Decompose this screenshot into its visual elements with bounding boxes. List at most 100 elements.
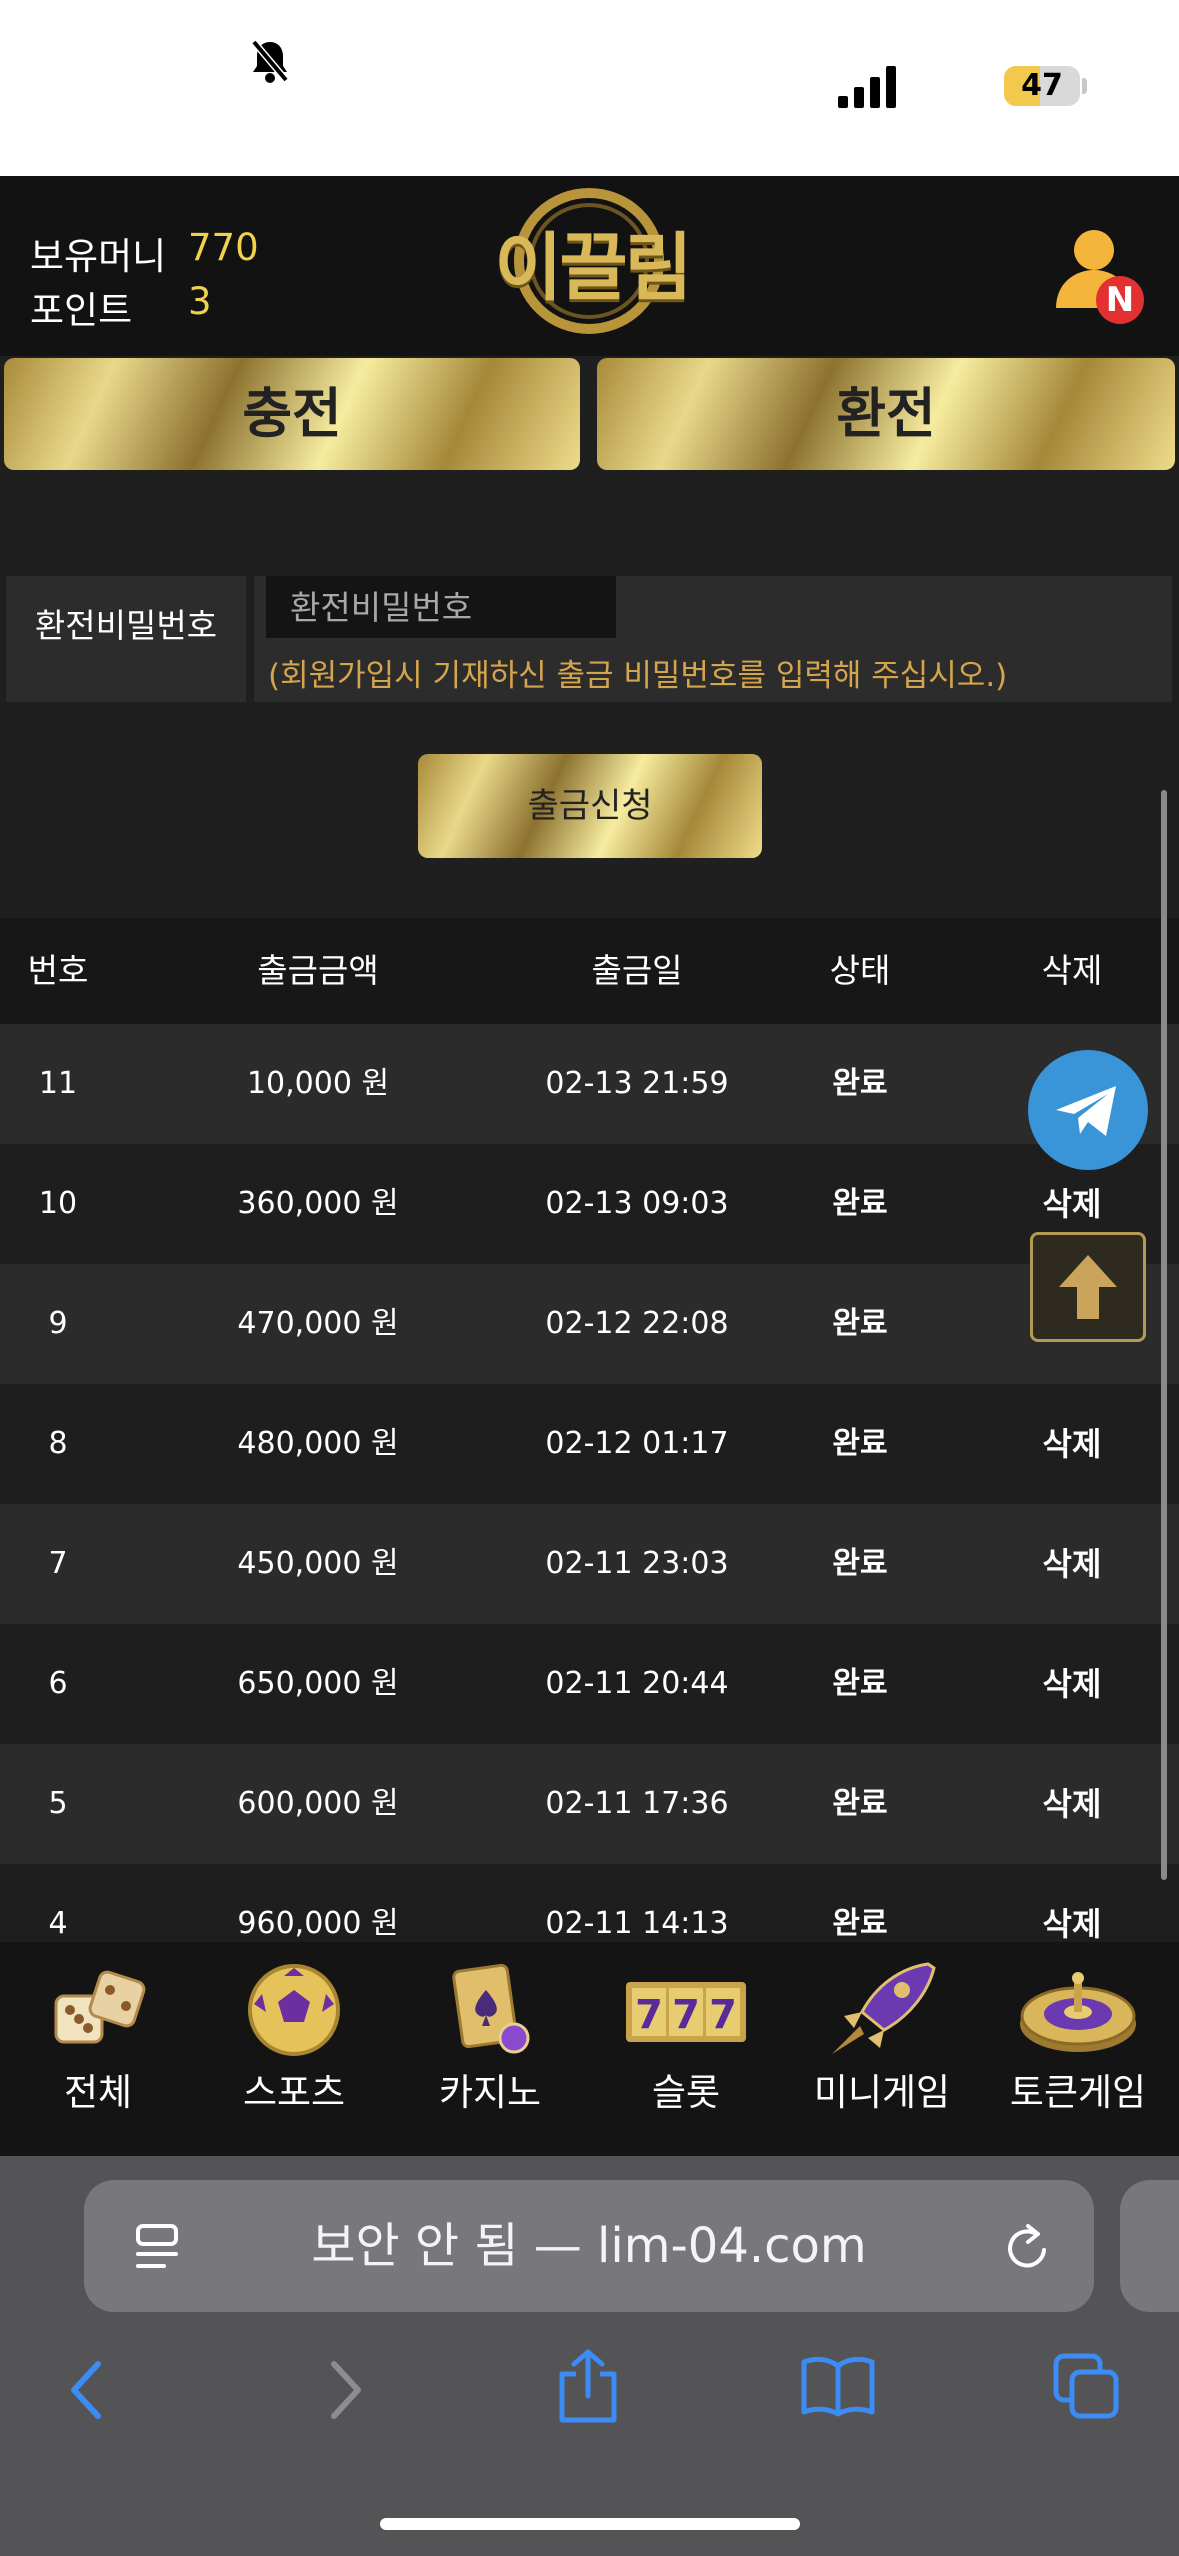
share-icon[interactable] <box>556 2348 620 2424</box>
row-date: 02-13 21:59 <box>545 1066 729 1101</box>
table-row: 6 650,000 원 02-11 20:44 완료 삭제 <box>0 1624 1179 1744</box>
row-delete-button[interactable]: 삭제 <box>1012 1624 1132 1744</box>
row-amount: 470,000 원 <box>237 1306 399 1341</box>
row-status: 완료 <box>832 1666 888 1701</box>
point-value: 3 <box>188 280 212 323</box>
row-date: 02-11 20:44 <box>545 1666 729 1701</box>
row-status: 완료 <box>832 1306 888 1341</box>
status-time: 1:28 <box>134 30 268 90</box>
silent-bell-icon <box>251 39 289 83</box>
row-amount: 960,000 원 <box>237 1906 399 1941</box>
nav-item-all[interactable]: 전체 <box>0 1942 196 2156</box>
column-header-status: 상태 <box>829 951 891 990</box>
row-amount: 10,000 원 <box>246 1066 390 1101</box>
nav-label: 전체 <box>63 2071 133 2114</box>
slot-777-icon: 7 7 7 <box>626 1982 746 2042</box>
dice-icon <box>54 1970 146 2044</box>
svg-text:7: 7 <box>635 1992 663 2038</box>
table-row: 5 600,000 원 02-11 17:36 완료 삭제 <box>0 1744 1179 1864</box>
forward-icon[interactable] <box>322 2358 366 2422</box>
nav-item-sports[interactable]: 스포츠 <box>196 1942 392 2156</box>
telegram-icon <box>1056 1086 1116 1136</box>
telegram-button[interactable] <box>1028 1050 1148 1170</box>
row-number: 7 <box>48 1546 68 1581</box>
roulette-icon <box>1020 1972 1136 2052</box>
row-status: 완료 <box>832 1066 888 1101</box>
row-delete-button[interactable]: 삭제 <box>1012 1744 1132 1864</box>
network-type: LTE <box>918 64 992 110</box>
reload-icon[interactable] <box>1002 2220 1054 2274</box>
row-date: 02-13 09:03 <box>545 1186 729 1221</box>
row-number: 5 <box>48 1786 68 1821</box>
row-number: 10 <box>38 1186 78 1221</box>
row-status: 완료 <box>832 1906 888 1941</box>
next-tab-preview[interactable] <box>1120 2180 1179 2312</box>
row-status: 완료 <box>832 1426 888 1461</box>
column-header-number: 번호 <box>27 951 89 990</box>
row-amount: 360,000 원 <box>237 1186 399 1221</box>
nav-label: 스포츠 <box>242 2071 346 2114</box>
exchange-password-input[interactable] <box>266 576 616 638</box>
row-amount: 450,000 원 <box>237 1546 399 1581</box>
column-header-amount: 출금금액 <box>257 951 379 990</box>
arrow-up-icon <box>1059 1255 1117 1319</box>
row-delete-button[interactable]: 삭제 <box>1012 1384 1132 1504</box>
row-date: 02-11 17:36 <box>545 1786 729 1821</box>
withdraw-request-button[interactable]: 출금신청 <box>418 754 762 858</box>
row-amount: 650,000 원 <box>237 1666 399 1701</box>
row-number: 4 <box>48 1906 68 1941</box>
row-delete-button[interactable]: 삭제 <box>1012 1504 1132 1624</box>
battery-tip <box>1082 78 1087 94</box>
nav-item-token-game[interactable]: 토큰게임 <box>980 1942 1176 2156</box>
money-value: 770 <box>188 226 259 269</box>
row-amount: 480,000 원 <box>237 1426 399 1461</box>
nav-item-slots[interactable]: 7 7 7 슬롯 <box>588 1942 784 2156</box>
nav-item-minigame[interactable]: 미니게임 <box>784 1942 980 2156</box>
svg-text:7: 7 <box>709 1992 737 2038</box>
back-to-telegram-link[interactable]: ◀ 텔레그램 <box>38 88 191 134</box>
playing-cards-icon <box>452 1963 530 2054</box>
nav-label: 미니게임 <box>813 2071 951 2114</box>
table-row: 4 960,000 원 02-11 14:13 완료 삭제 <box>0 1864 1179 1942</box>
password-hint: (회원가입시 기재하신 출금 비밀번호를 입력해 주십시오.) <box>268 658 1008 694</box>
nav-label: 카지노 <box>438 2071 542 2114</box>
scroll-to-top-button[interactable] <box>1030 1232 1146 1342</box>
soccer-ball-icon <box>248 1964 340 2056</box>
url-text: 보안 안 됨 — lim-04.com <box>311 2218 867 2274</box>
point-label: 포인트 <box>30 289 133 332</box>
table-row: 11 10,000 원 02-13 21:59 완료 <box>0 1024 1179 1144</box>
nav-item-casino[interactable]: 카지노 <box>392 1942 588 2156</box>
tabs-icon[interactable] <box>1052 2352 1122 2422</box>
home-indicator <box>380 2518 800 2530</box>
battery-indicator: 47 <box>1004 66 1080 106</box>
rocket-icon <box>832 1962 936 2054</box>
row-number: 11 <box>38 1066 78 1101</box>
table-row: 10 360,000 원 02-13 09:03 완료 삭제 <box>0 1144 1179 1264</box>
row-date: 02-11 23:03 <box>545 1546 729 1581</box>
row-date: 02-12 22:08 <box>545 1306 729 1341</box>
exchange-button[interactable]: 환전 <box>597 358 1175 470</box>
column-header-date: 출금일 <box>591 951 683 990</box>
bookmarks-icon[interactable] <box>800 2354 876 2418</box>
row-status: 완료 <box>832 1186 888 1221</box>
row-status: 완료 <box>832 1786 888 1821</box>
row-status: 완료 <box>832 1546 888 1581</box>
row-delete-button[interactable]: 삭제 <box>1012 1864 1132 1942</box>
nav-label: 토큰게임 <box>1009 2071 1147 2114</box>
password-label: 환전비밀번호 <box>34 606 218 645</box>
row-date: 02-12 01:17 <box>545 1426 729 1461</box>
row-date: 02-11 14:13 <box>545 1906 729 1941</box>
table-row: 7 450,000 원 02-11 23:03 완료 삭제 <box>0 1504 1179 1624</box>
back-icon[interactable] <box>66 2358 110 2422</box>
row-amount: 600,000 원 <box>237 1786 399 1821</box>
row-number: 6 <box>48 1666 68 1701</box>
scrollbar[interactable] <box>1161 790 1167 1880</box>
cellular-signal-icon <box>838 66 896 108</box>
row-number: 8 <box>48 1426 68 1461</box>
charge-button[interactable]: 충전 <box>4 358 580 470</box>
row-number: 9 <box>48 1306 68 1341</box>
column-header-delete: 삭제 <box>1041 951 1103 990</box>
table-row: 9 470,000 원 02-12 22:08 완료 <box>0 1264 1179 1384</box>
logo-text: 이끌림 <box>494 225 692 311</box>
nav-label: 슬롯 <box>651 2071 721 2114</box>
